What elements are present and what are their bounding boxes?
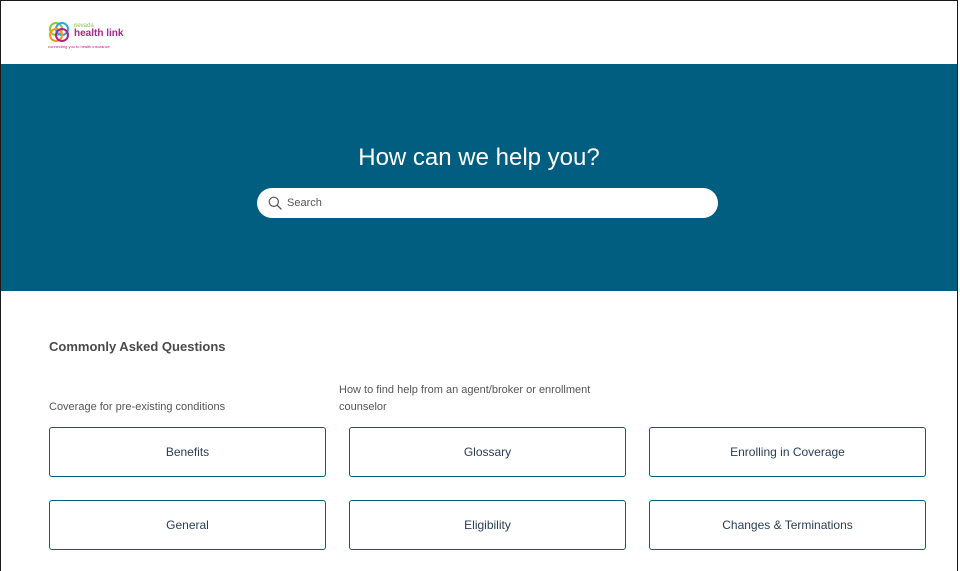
hero-title: How can we help you? (358, 144, 600, 171)
faq-link-pre-existing-conditions[interactable]: Coverage for pre-existing conditions (49, 399, 225, 416)
faq-link-find-help[interactable]: How to find help from an agent/broker or… (339, 382, 619, 416)
topic-button-eligibility[interactable]: Eligibility (349, 500, 626, 550)
topic-button-changes-terminations[interactable]: Changes & Terminations (649, 500, 926, 550)
nevada-health-link-logo[interactable]: nevada health link connecting you to hea… (48, 21, 128, 51)
search-input[interactable] (287, 188, 707, 218)
logo-mark-icon (49, 22, 69, 42)
logo-brand-text: health link (74, 28, 124, 39)
top-bar: nevada health link connecting you to hea… (1, 1, 957, 64)
search-icon (268, 196, 282, 210)
page: nevada health link connecting you to hea… (0, 0, 958, 571)
topic-button-glossary[interactable]: Glossary (349, 427, 626, 477)
search-box[interactable] (257, 188, 718, 218)
hero-banner: How can we help you? (1, 64, 957, 291)
logo-tagline: connecting you to health insurance (48, 44, 110, 49)
topic-button-enrolling[interactable]: Enrolling in Coverage (649, 427, 926, 477)
topic-button-general[interactable]: General (49, 500, 326, 550)
faq-heading: Commonly Asked Questions (49, 339, 226, 354)
topic-button-benefits[interactable]: Benefits (49, 427, 326, 477)
